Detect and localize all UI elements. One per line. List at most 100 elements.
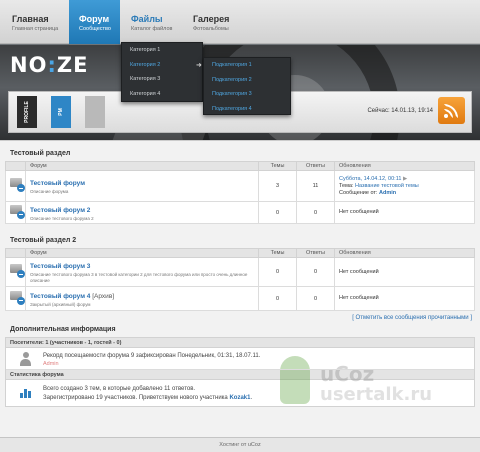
stats-totals: Всего создано 3 тем, в которые добавлено… [43, 386, 196, 392]
topics-count: 0 [258, 286, 297, 311]
nav-item-home[interactable]: Главная Главная страница [12, 0, 68, 44]
last-update-cell: Суббота, 14.04.12, 00:11 ▶ Тема: Названи… [334, 170, 475, 202]
last-topic-link[interactable]: Название тестовой темы [355, 183, 419, 189]
user-icon [20, 352, 31, 366]
forum-table-1: Форум Темы Ответы Обновления Тестовый фо… [5, 161, 475, 224]
forum-status-cell [5, 201, 26, 224]
stats-registered: Зарегистрировано 19 участников. Приветст… [43, 395, 252, 401]
forum-status-cell [5, 170, 26, 202]
last-post-date[interactable]: Суббота, 14.04.12, 00:11 [339, 176, 401, 182]
table-row: Тестовый форум 4 [Архив] Закрытый (архив… [5, 286, 475, 311]
nav-item-files[interactable]: Файлы Каталог файлов [131, 0, 187, 44]
nav-item-gallery[interactable]: Галерея Фотоальбомы [193, 0, 249, 44]
last-topic-label: Тема: [339, 182, 354, 189]
pm-button-label: PM [58, 108, 64, 116]
nav-gallery-title: Галерея [193, 14, 230, 24]
col-replies: Ответы [296, 161, 335, 171]
extra-button[interactable] [85, 96, 105, 128]
stats-row: Всего создано 3 тем, в которые добавлено… [6, 380, 474, 406]
mark-all-read-link[interactable]: [ Отметить все сообщения прочитанными ] [0, 311, 480, 323]
goto-last-post-icon[interactable]: ▶ [403, 176, 407, 182]
site-logo[interactable]: NO:ZE [10, 53, 88, 77]
forum-cell: Тестовый форум 3 Описание тестового фору… [25, 257, 259, 287]
pm-button[interactable]: PM [51, 96, 71, 128]
nav-item-forum[interactable]: Форум Сообщество [69, 0, 120, 44]
forum-status-cell [5, 257, 26, 287]
replies-count: 0 [296, 257, 335, 287]
newest-member-link[interactable]: Kozak1 [229, 395, 250, 401]
col-forum: Форум [25, 248, 259, 258]
stats-period: . [250, 395, 253, 401]
dropdown-category-3[interactable]: Категория 3 [122, 72, 202, 87]
forum-description: Описание форума [30, 189, 69, 194]
dropdown-subcategory-3[interactable]: Подкатегория 3 [204, 87, 290, 102]
dropdown-subcategory-2[interactable]: Подкатегория 2 [204, 73, 290, 88]
logo-text-right: ZE [56, 53, 89, 77]
dropdown-subcategory-1[interactable]: Подкатегория 1 [204, 58, 290, 73]
logo-colon: : [47, 53, 57, 77]
col-updates: Обновления [334, 161, 475, 171]
archive-badge: [Архив] [92, 292, 115, 300]
nav-forum-title: Форум [79, 14, 110, 24]
forum-description: Описание тестового форума 2 [30, 215, 94, 221]
table-row: Тестовый форум 2 Описание тестового фору… [5, 201, 475, 224]
section-title-1: Тестовый раздел [10, 150, 71, 157]
forum-cell: Тестовый форум 4 [Архив] Закрытый (архив… [25, 286, 259, 311]
col-forum: Форум [25, 161, 259, 171]
topics-count: 0 [258, 257, 297, 287]
forum-read-icon [9, 264, 25, 278]
forum-table-2: Форум Темы Ответы Обновления Тестовый фо… [5, 248, 475, 311]
col-replies: Ответы [296, 248, 335, 258]
last-update-cell: Нет сообщений [334, 257, 475, 287]
section-title-2: Тестовый раздел 2 [10, 237, 77, 244]
forum-title-row: Тестовый форум 4 [Архив] [30, 291, 258, 300]
visitors-header: Посетители: 1 (участников - 1, гостей - … [6, 338, 474, 348]
nav-gallery-subtitle: Фотоальбомы [193, 26, 229, 32]
last-author-link[interactable]: Admin [379, 190, 396, 196]
forum-read-icon [9, 178, 25, 192]
col-topics: Темы [258, 161, 297, 171]
dropdown-subcategory-4[interactable]: Подкатегория 4 [204, 102, 290, 117]
replies-count: 0 [296, 286, 335, 311]
visitors-row: Рекорд посещаемости форума 9 зафиксирова… [6, 348, 474, 370]
forum-link[interactable]: Тестовый форум 3 [30, 261, 258, 270]
info-section-title: Дополнительная информация [10, 326, 116, 333]
topics-count: 0 [258, 201, 297, 224]
forum-link[interactable]: Тестовый форум 2 [30, 205, 258, 214]
col-updates: Обновления [334, 248, 475, 258]
footer: Хостинг от uCoz [0, 437, 480, 452]
dropdown-category-1[interactable]: Категория 1 [122, 43, 202, 58]
stats-registered-text: Зарегистрировано 19 участников. Приветст… [43, 395, 228, 401]
forum-cell: Тестовый форум 2 Описание тестового фору… [25, 201, 259, 224]
col-icon [5, 248, 26, 258]
forum-read-icon [9, 204, 25, 219]
subcategory-dropdown: Подкатегория 1 Подкатегория 2 Подкатегор… [203, 57, 291, 115]
nav-forum-subtitle: Сообщество [79, 26, 111, 32]
profile-button-label: PROFILE [24, 101, 30, 123]
forum-cell: Тестовый форум Описание форума [25, 170, 259, 202]
topics-count: 3 [258, 170, 297, 202]
rss-icon[interactable] [438, 97, 465, 124]
forum-status-cell [5, 286, 26, 311]
logo-text-left: NO [10, 53, 48, 77]
profile-button[interactable]: PROFILE [17, 96, 37, 128]
bar-chart-icon [20, 387, 32, 398]
forum-description: Закрытый (архивный) форум [30, 301, 91, 307]
online-user-link[interactable]: Admin [43, 361, 59, 367]
top-navigation: Главная Главная страница Форум Сообществ… [0, 0, 480, 44]
files-dropdown: Категория 1 Категория 2 Категория 3 Кате… [121, 42, 203, 102]
last-author-label: Сообщение от: [339, 189, 378, 196]
nav-home-title: Главная [12, 14, 49, 24]
dropdown-category-2[interactable]: Категория 2 [122, 58, 202, 73]
forum-link[interactable]: Тестовый форум [30, 178, 258, 187]
replies-count: 0 [296, 201, 335, 224]
nav-files-title: Файлы [131, 14, 163, 24]
forum-read-icon [9, 290, 25, 305]
hosting-link[interactable]: Хостинг от uCoz [219, 442, 260, 448]
last-update-cell: Нет сообщений [334, 201, 475, 224]
forum-link[interactable]: Тестовый форум 4 [30, 293, 90, 300]
table-row: Тестовый форум Описание форума 3 11 Субб… [5, 170, 475, 202]
dropdown-category-4[interactable]: Категория 4 [122, 87, 202, 102]
attendance-record: Рекорд посещаемости форума 9 зафиксирова… [43, 353, 261, 359]
col-topics: Темы [258, 248, 297, 258]
